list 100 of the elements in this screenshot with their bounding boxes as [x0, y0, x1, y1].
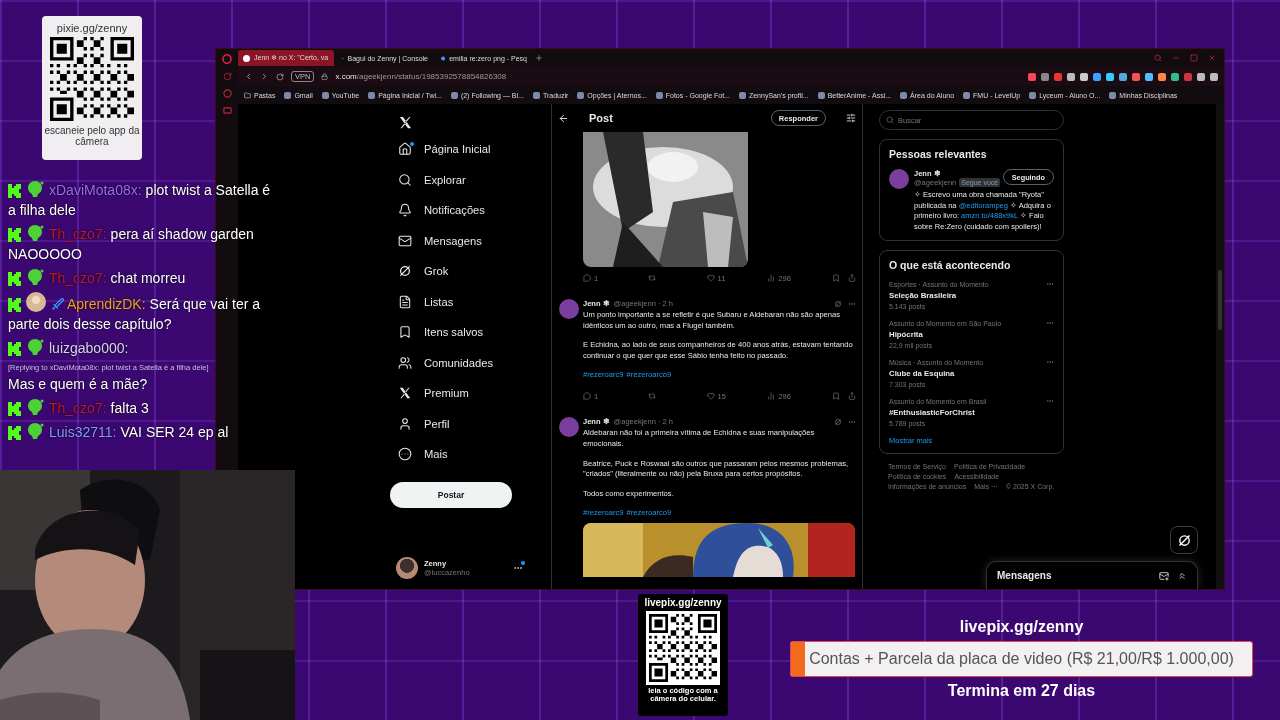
favicon-icon	[1029, 91, 1037, 99]
person-icon	[398, 416, 412, 431]
favicon-icon	[963, 91, 971, 99]
forward-icon[interactable]	[260, 72, 269, 81]
favicon-icon	[243, 54, 250, 62]
nav-item[interactable]: Itens salvos	[390, 317, 535, 348]
logo-icon	[8, 342, 21, 356]
nav-item[interactable]: Comunidades	[390, 347, 535, 378]
like-icon[interactable]	[706, 392, 715, 401]
qr-url: livepix.gg/zenny	[644, 597, 722, 608]
qr-url: pixie.gg/zenny	[56, 22, 128, 34]
logo-icon	[8, 184, 21, 198]
chat-message: luizgabo000:	[8, 338, 272, 358]
new-message-icon[interactable]	[1159, 570, 1169, 581]
favicon-icon	[368, 91, 376, 99]
share-icon[interactable]	[848, 392, 856, 401]
donation-url: livepix.gg/zenny	[959, 618, 1084, 636]
favicon-icon	[817, 91, 825, 99]
lock-icon	[321, 73, 329, 80]
more-icon	[398, 447, 412, 462]
post-button[interactable]: Postar	[390, 481, 512, 508]
blob-icon	[26, 224, 44, 242]
dock-title: Mensagens	[997, 570, 1052, 581]
maximize-icon[interactable]	[1190, 54, 1198, 62]
avatar	[889, 169, 909, 189]
blob-icon	[26, 422, 44, 440]
page-title: Post	[589, 112, 613, 124]
views-icon[interactable]	[767, 274, 776, 282]
nav-item[interactable]: Perfil	[390, 408, 535, 439]
favicon-icon	[284, 91, 292, 99]
gamepad-icon	[222, 106, 232, 115]
reply-icon[interactable]	[583, 274, 591, 282]
bookmark-icon[interactable]	[832, 274, 840, 282]
chat-message: Mas e quem é a mãe?	[8, 375, 149, 394]
favicon-icon	[1109, 91, 1117, 99]
goal-deadline: Termina em 27 dias	[947, 682, 1096, 700]
settings-icon[interactable]	[846, 113, 856, 123]
blob-icon	[26, 338, 44, 356]
card-title: O que está acontecendo	[889, 259, 1012, 271]
grok-button[interactable]	[1170, 526, 1198, 554]
blob-icon	[26, 180, 44, 198]
favicon-icon	[577, 91, 585, 99]
chat-message: Th_czo7: falta 3	[8, 398, 272, 418]
back-icon[interactable]	[558, 112, 569, 124]
history-icon	[222, 89, 232, 98]
grok-icon	[834, 299, 842, 308]
grok-icon	[834, 417, 842, 426]
reply-icon[interactable]	[583, 392, 591, 401]
close-icon[interactable]	[1208, 54, 1216, 62]
nav-item[interactable]: Grok	[390, 256, 535, 287]
sync-icon	[222, 72, 232, 81]
nav-item[interactable]: Mais	[390, 439, 535, 470]
nav-item[interactable]: Página Inicial	[390, 134, 535, 165]
nav-item[interactable]: Explorar	[390, 164, 535, 195]
avatar	[559, 417, 579, 438]
logo-icon	[8, 426, 21, 440]
nav-item[interactable]: Mensagens	[390, 225, 535, 256]
expand-icon[interactable]	[1177, 570, 1187, 581]
opera-logo-icon	[222, 54, 232, 64]
bell-icon	[398, 203, 412, 218]
sword-icon	[51, 297, 65, 311]
chat-message: Luis32711: VAI SER 24 ep al	[8, 422, 272, 442]
x-logo-icon	[398, 386, 412, 401]
card-title: Pessoas relevantes	[889, 148, 988, 160]
qr-caption: escaneie pelo app da câmera	[43, 125, 141, 147]
repost-icon[interactable]	[647, 392, 656, 401]
favicon-icon	[450, 91, 458, 99]
search-icon	[398, 172, 412, 187]
grok-icon	[398, 264, 412, 279]
nav-item[interactable]: Notificações	[390, 195, 535, 226]
address-field[interactable]: x.com/ageekjenn/status/1985392578854826308	[335, 72, 507, 81]
goal-text: Contas + Parcela da placa de video (R$ 21,00/R$ 1.000,00)	[809, 650, 1234, 668]
chat-message: Th_czo7: chat morreu	[8, 268, 272, 288]
messages-dock[interactable]: Mensagens	[986, 561, 1198, 589]
like-icon[interactable]	[706, 274, 715, 282]
favicon-icon	[738, 91, 746, 99]
share-icon[interactable]	[848, 274, 856, 282]
views-icon[interactable]	[767, 392, 776, 401]
search-icon	[886, 116, 894, 124]
logo-icon	[8, 298, 21, 312]
new-tab-icon[interactable]	[535, 54, 543, 62]
favicon-icon	[655, 91, 663, 99]
repost-icon[interactable]	[647, 274, 656, 282]
blob-icon	[26, 398, 44, 416]
reload-icon[interactable]	[276, 72, 284, 81]
nav-item[interactable]: Premium	[390, 378, 535, 409]
search-icon[interactable]	[1154, 54, 1162, 62]
bookmark-icon[interactable]	[832, 392, 840, 401]
logo-icon	[8, 228, 21, 242]
logo-icon	[8, 402, 21, 416]
mail-icon	[398, 233, 412, 248]
bookmark-icon	[398, 325, 412, 340]
qr-code-drawing	[649, 614, 717, 682]
nav-item[interactable]: Listas	[390, 286, 535, 317]
chat-message: AprendizDK: Será que vai ter a parte dois desse capítulo?	[8, 292, 272, 334]
grok-icon	[1176, 532, 1192, 548]
favicon-icon	[532, 91, 540, 99]
favicon-icon	[900, 91, 908, 99]
people-icon	[398, 355, 412, 370]
scrollbar-thumb[interactable]	[1218, 270, 1222, 330]
